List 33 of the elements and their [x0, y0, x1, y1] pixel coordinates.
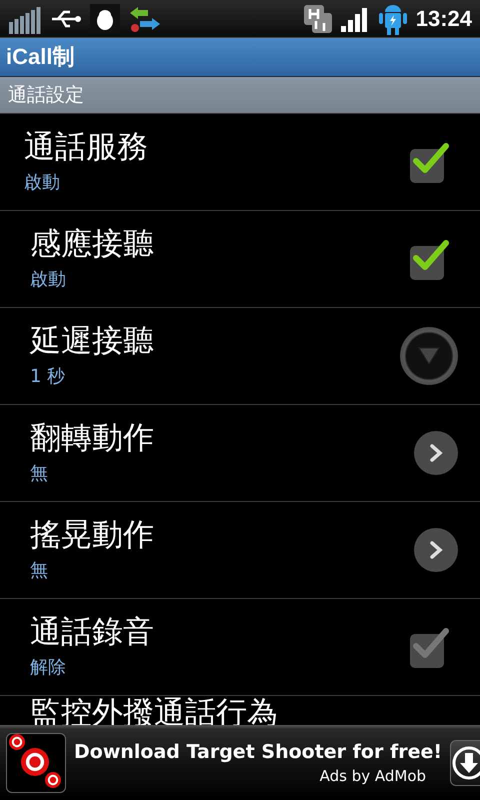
setting-title: 通話服務 [24, 130, 149, 164]
chevron-right-icon[interactable] [414, 431, 458, 475]
chevron-right-icon[interactable] [414, 528, 458, 572]
setting-summary: 啟動 [24, 171, 61, 194]
section-header: 通話設定 [8, 83, 84, 108]
setting-title: 感應接聽 [30, 226, 155, 262]
ad-attribution: Ads by AdMob [320, 766, 428, 784]
setting-row[interactable]: 延遲接聽 1 秒 [0, 308, 480, 405]
signal-icon [340, 6, 370, 32]
checkbox[interactable] [410, 238, 450, 280]
setting-title: 搖晃動作 [30, 518, 155, 552]
clock-time: 13:24 [416, 6, 472, 32]
network-type-icon [304, 4, 332, 32]
download-button[interactable] [450, 740, 480, 786]
setting-summary: 無 [30, 559, 49, 582]
setting-row[interactable]: 搖晃動作 無 [0, 502, 480, 599]
caret-down-icon [417, 346, 441, 366]
app-title: iCall制 [6, 43, 74, 71]
setting-summary: 無 [30, 462, 49, 486]
setting-summary: 1 秒 [30, 365, 66, 388]
checkbox[interactable] [410, 141, 450, 183]
ad-headline: Download Target Shooter for free! [74, 740, 442, 762]
setting-row[interactable]: 翻轉動作 無 [0, 405, 480, 502]
setting-summary: 解除 [30, 656, 67, 680]
setting-summary: 啟動 [30, 268, 67, 292]
sync-arrows-icon [128, 4, 162, 32]
setting-title: 翻轉動作 [30, 420, 155, 456]
setting-row[interactable]: 通話服務 啟動 [0, 114, 480, 211]
targets-icon [6, 732, 66, 792]
setting-title: 延遲接聽 [30, 324, 155, 358]
setting-title: 通話錄音 [30, 614, 155, 650]
setting-row[interactable]: 感應接聽 啟動 [0, 211, 480, 308]
usb-icon [50, 8, 82, 28]
